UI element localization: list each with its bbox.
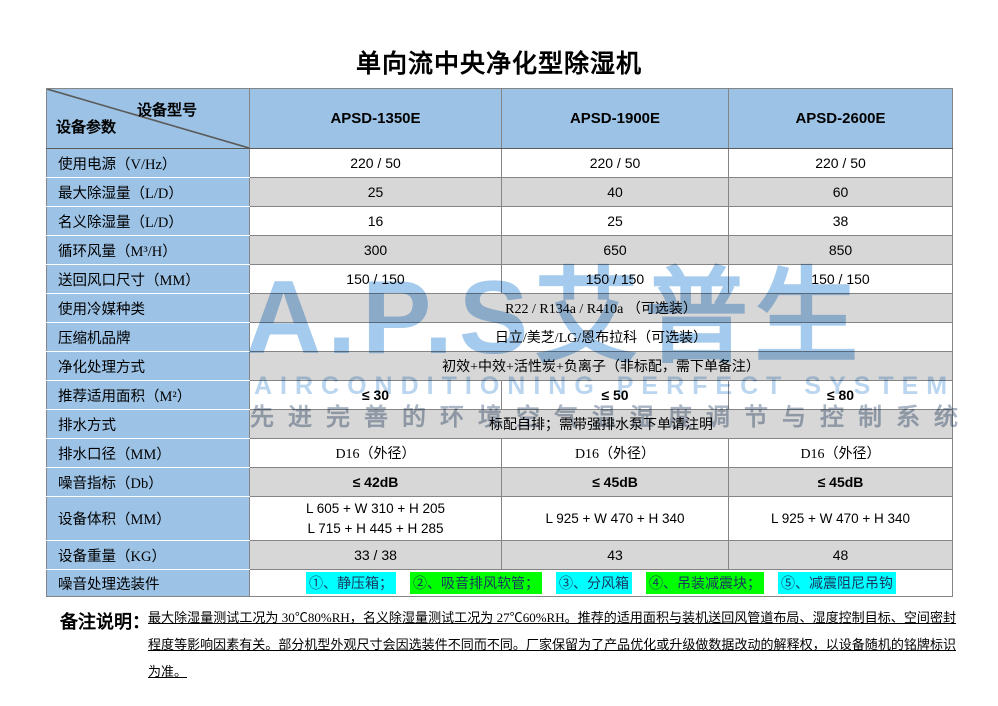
- note-text: 最大除湿量测试工况为 30℃80%RH，名义除湿量测试工况为 27℃60%RH。…: [148, 604, 956, 685]
- volume-line: L 605 + W 310 + H 205: [250, 499, 501, 519]
- spec-table-body: 使用电源（V/Hz）220 / 50220 / 50220 / 50最大除湿量（…: [47, 149, 953, 597]
- row-label: 净化处理方式: [47, 352, 250, 381]
- table-row: 噪音处理选装件 ①、静压箱； ②、吸音排风软管； ③、分风箱 ④、吊装减震块； ⑤、减震阻…: [47, 570, 953, 597]
- header-model-cell: APSD-1350E: [250, 89, 502, 149]
- row-label: 噪音指标（Db）: [47, 468, 250, 497]
- option-chip: ②、吸音排风软管；: [410, 572, 542, 594]
- table-row: 设备重量（KG）33 / 384348: [47, 541, 953, 570]
- page: 单向流中央净化型除湿机 设备型号 设备参数 APSD-1350E APSD-19…: [0, 0, 998, 706]
- table-row: 排水口径（MM）D16（外径）D16（外径）D16（外径）: [47, 439, 953, 468]
- row-label: 设备重量（KG）: [47, 541, 250, 570]
- device-volume-cell: L 605 + W 310 + H 205L 715 + H 445 + H 2…: [250, 497, 502, 541]
- value-cell: ≤ 80: [729, 381, 953, 410]
- header-row: 设备型号 设备参数 APSD-1350E APSD-1900E APSD-260…: [47, 89, 953, 149]
- row-label: 送回风口尺寸（MM）: [47, 265, 250, 294]
- row-label: 设备体积（MM）: [47, 497, 250, 541]
- table-row: 最大除湿量（L/D）254060: [47, 178, 953, 207]
- merged-value-cell: 初效+中效+活性炭+负离子（非标配，需下单备注）: [250, 352, 953, 381]
- value-cell: 33 / 38: [250, 541, 502, 570]
- row-label: 排水口径（MM）: [47, 439, 250, 468]
- options-cell: ①、静压箱； ②、吸音排风软管； ③、分风箱 ④、吊装减震块； ⑤、减震阻尼吊钩: [250, 570, 953, 597]
- row-label: 噪音处理选装件: [47, 570, 250, 597]
- table-row: 送回风口尺寸（MM）150 / 150150 / 150150 / 150: [47, 265, 953, 294]
- page-title: 单向流中央净化型除湿机: [0, 44, 998, 80]
- corner-label-param: 设备参数: [56, 116, 116, 137]
- row-label: 推荐适用面积（M²）: [47, 381, 250, 410]
- value-cell: D16（外径）: [502, 439, 729, 468]
- value-cell: 300: [250, 236, 502, 265]
- merged-value-cell: 标配自排；需带强排水泵下单请注明: [250, 410, 953, 439]
- corner-label-model: 设备型号: [137, 99, 197, 120]
- value-cell: 25: [250, 178, 502, 207]
- value-cell: 16: [250, 207, 502, 236]
- volume-line: L 715 + H 445 + H 285: [250, 519, 501, 539]
- value-cell: ≤ 45dB: [729, 468, 953, 497]
- row-label: 压缩机品牌: [47, 323, 250, 352]
- table-row: 使用电源（V/Hz）220 / 50220 / 50220 / 50: [47, 149, 953, 178]
- spec-table: 设备型号 设备参数 APSD-1350E APSD-1900E APSD-260…: [46, 88, 953, 597]
- table-row: 设备体积（MM）L 605 + W 310 + H 205L 715 + H 4…: [47, 497, 953, 541]
- header-model-cell: APSD-2600E: [729, 89, 953, 149]
- merged-value-cell: 日立/美芝/LG/恩布拉科（可选装）: [250, 323, 953, 352]
- volume-line: L 925 + W 470 + H 340: [502, 509, 728, 529]
- value-cell: 650: [502, 236, 729, 265]
- table-row: 使用冷媒种类R22 / R134a / R410a （可选装）: [47, 294, 953, 323]
- value-cell: 220 / 50: [502, 149, 729, 178]
- device-volume-cell: L 925 + W 470 + H 340: [729, 497, 953, 541]
- table-row: 推荐适用面积（M²）≤ 30≤ 50≤ 80: [47, 381, 953, 410]
- row-label: 循环风量（M³/H）: [47, 236, 250, 265]
- value-cell: 220 / 50: [250, 149, 502, 178]
- table-row: 压缩机品牌日立/美芝/LG/恩布拉科（可选装）: [47, 323, 953, 352]
- value-cell: 150 / 150: [729, 265, 953, 294]
- value-cell: 60: [729, 178, 953, 207]
- value-cell: D16（外径）: [729, 439, 953, 468]
- option-chip: ③、分风箱: [556, 572, 632, 594]
- table-row: 净化处理方式初效+中效+活性炭+负离子（非标配，需下单备注）: [47, 352, 953, 381]
- row-label: 名义除湿量（L/D）: [47, 207, 250, 236]
- table-row: 名义除湿量（L/D）162538: [47, 207, 953, 236]
- device-volume-cell: L 925 + W 470 + H 340: [502, 497, 729, 541]
- value-cell: D16（外径）: [250, 439, 502, 468]
- value-cell: 850: [729, 236, 953, 265]
- value-cell: ≤ 45dB: [502, 468, 729, 497]
- value-cell: ≤ 42dB: [250, 468, 502, 497]
- row-label: 最大除湿量（L/D）: [47, 178, 250, 207]
- merged-value-cell: R22 / R134a / R410a （可选装）: [250, 294, 953, 323]
- value-cell: ≤ 50: [502, 381, 729, 410]
- value-cell: 150 / 150: [250, 265, 502, 294]
- value-cell: 40: [502, 178, 729, 207]
- note-label: 备注说明：: [60, 608, 150, 634]
- table-row: 噪音指标（Db）≤ 42dB≤ 45dB≤ 45dB: [47, 468, 953, 497]
- volume-line: L 925 + W 470 + H 340: [729, 509, 952, 529]
- header-model-cell: APSD-1900E: [502, 89, 729, 149]
- value-cell: ≤ 30: [250, 381, 502, 410]
- value-cell: 38: [729, 207, 953, 236]
- value-cell: 220 / 50: [729, 149, 953, 178]
- table-row: 排水方式标配自排；需带强排水泵下单请注明: [47, 410, 953, 439]
- option-chip: ⑤、减震阻尼吊钩: [778, 572, 896, 594]
- value-cell: 48: [729, 541, 953, 570]
- row-label: 使用电源（V/Hz）: [47, 149, 250, 178]
- table-row: 循环风量（M³/H）300650850: [47, 236, 953, 265]
- row-label: 使用冷媒种类: [47, 294, 250, 323]
- header-corner-cell: 设备型号 设备参数: [47, 89, 250, 149]
- row-label: 排水方式: [47, 410, 250, 439]
- value-cell: 25: [502, 207, 729, 236]
- option-chip: ④、吊装减震块；: [646, 572, 764, 594]
- value-cell: 43: [502, 541, 729, 570]
- value-cell: 150 / 150: [502, 265, 729, 294]
- option-chip: ①、静压箱；: [306, 572, 396, 594]
